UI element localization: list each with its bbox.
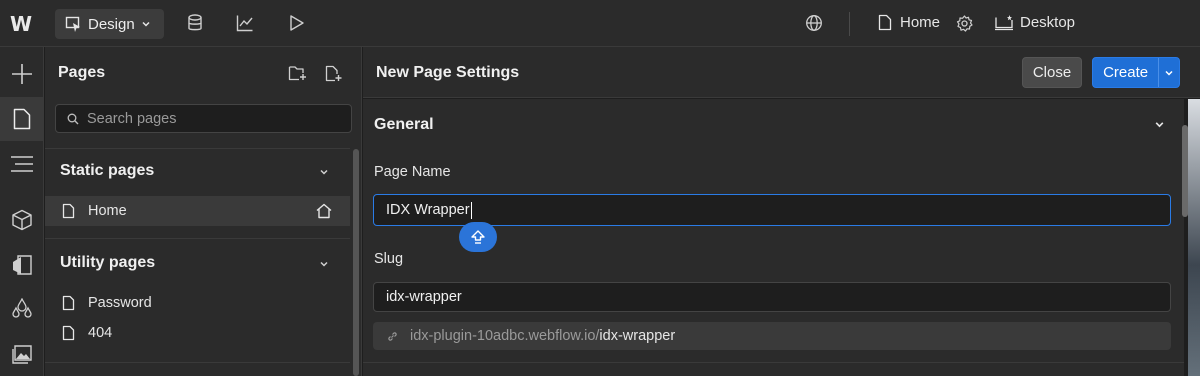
page-icon <box>62 295 75 311</box>
pages-panel-title: Pages <box>58 64 106 81</box>
page-settings-panel: New Page Settings Close Create General P… <box>363 47 1200 376</box>
page-icon <box>62 203 75 219</box>
divider <box>45 148 350 149</box>
chevron-down-icon <box>142 21 150 27</box>
slug-label: Slug <box>374 251 404 267</box>
create-button[interactable]: Create <box>1092 57 1180 88</box>
utility-pages-heading[interactable]: Utility pages <box>60 254 155 272</box>
page-item-password[interactable]: Password <box>45 288 350 318</box>
globe-icon[interactable] <box>805 14 823 32</box>
slug-value: idx-wrapper <box>386 289 462 305</box>
chevron-down-icon[interactable] <box>1154 119 1165 130</box>
url-slug: idx-wrapper <box>599 328 676 344</box>
current-page-label: Home <box>900 14 941 31</box>
canvas-preview-edge <box>1188 99 1200 376</box>
general-section-header[interactable]: General <box>363 99 1184 149</box>
page-item-home[interactable]: Home <box>45 196 350 226</box>
divider <box>363 362 1184 363</box>
navigator-icon <box>11 156 33 172</box>
page-name-label: Page Name <box>374 164 451 180</box>
static-pages-heading[interactable]: Static pages <box>60 162 154 180</box>
page-item-label: 404 <box>88 325 113 341</box>
assets-button[interactable] <box>0 332 44 376</box>
divider <box>45 362 350 363</box>
image-icon <box>12 345 32 364</box>
arrow-up-icon <box>471 230 485 244</box>
toolbar-divider <box>849 12 850 36</box>
close-button[interactable]: Close <box>1022 57 1082 88</box>
search-icon <box>67 113 79 124</box>
search-pages-input[interactable] <box>87 110 337 127</box>
add-folder-icon[interactable] <box>288 65 308 81</box>
chevron-down-icon <box>1165 70 1173 76</box>
components-button[interactable] <box>0 198 44 242</box>
chevron-down-icon[interactable] <box>319 259 329 269</box>
device-label: Desktop <box>1020 14 1076 31</box>
left-rail <box>0 47 44 376</box>
create-options-button[interactable] <box>1158 58 1179 87</box>
plus-icon <box>12 64 32 84</box>
play-icon[interactable] <box>289 14 305 32</box>
chevron-down-icon[interactable] <box>319 167 329 177</box>
current-page-selector[interactable]: Home <box>878 14 940 31</box>
cursor-icon <box>65 16 80 32</box>
desktop-icon <box>995 15 1013 31</box>
home-icon <box>316 203 332 219</box>
general-section-title: General <box>374 116 434 133</box>
navigator-button[interactable] <box>0 142 44 186</box>
page-name-input[interactable]: IDX Wrapper <box>373 194 1171 226</box>
pages-button[interactable] <box>0 97 44 141</box>
settings-header: New Page Settings Close Create <box>363 47 1200 98</box>
gear-icon[interactable] <box>956 15 973 32</box>
add-elements-button[interactable] <box>0 52 44 96</box>
add-page-icon[interactable] <box>325 65 343 82</box>
device-selector[interactable]: Desktop <box>994 14 1075 31</box>
webflow-logo[interactable]: W <box>10 12 32 36</box>
style-icon <box>13 255 32 275</box>
box-icon <box>12 209 32 231</box>
page-name-value: IDX Wrapper <box>386 202 470 218</box>
top-bar: W Design Home Desktop <box>0 0 1200 47</box>
database-icon[interactable] <box>187 14 203 32</box>
pages-panel: Pages Static pages Home Utility pages <box>45 47 362 376</box>
page-icon <box>62 325 75 341</box>
search-pages-field[interactable] <box>55 104 352 133</box>
page-icon <box>878 14 892 31</box>
page-icon <box>13 108 31 130</box>
settings-title: New Page Settings <box>376 64 520 81</box>
link-icon <box>388 331 397 341</box>
chart-icon[interactable] <box>236 14 254 32</box>
style-selectors-button[interactable] <box>0 243 44 287</box>
text-cursor <box>470 201 472 219</box>
page-url-preview: idx-plugin-10adbc.webflow.io/idx-wrapper <box>373 322 1171 350</box>
general-section-body: Page Name IDX Wrapper Slug idx-wrapper i… <box>363 149 1184 376</box>
url-domain: idx-plugin-10adbc.webflow.io/ <box>410 328 600 344</box>
design-mode-button[interactable]: Design <box>55 9 164 39</box>
drops-icon <box>12 298 32 318</box>
page-item-label: Home <box>88 203 127 219</box>
page-item-label: Password <box>88 295 152 311</box>
divider <box>45 238 350 239</box>
design-mode-label: Design <box>88 15 135 33</box>
create-button-label: Create <box>1103 64 1149 81</box>
pages-scrollbar[interactable] <box>353 149 359 376</box>
slug-input[interactable]: idx-wrapper <box>373 282 1171 312</box>
page-item-404[interactable]: 404 <box>45 318 350 348</box>
variables-button[interactable] <box>0 287 44 331</box>
collaborator-cursor <box>459 222 497 252</box>
